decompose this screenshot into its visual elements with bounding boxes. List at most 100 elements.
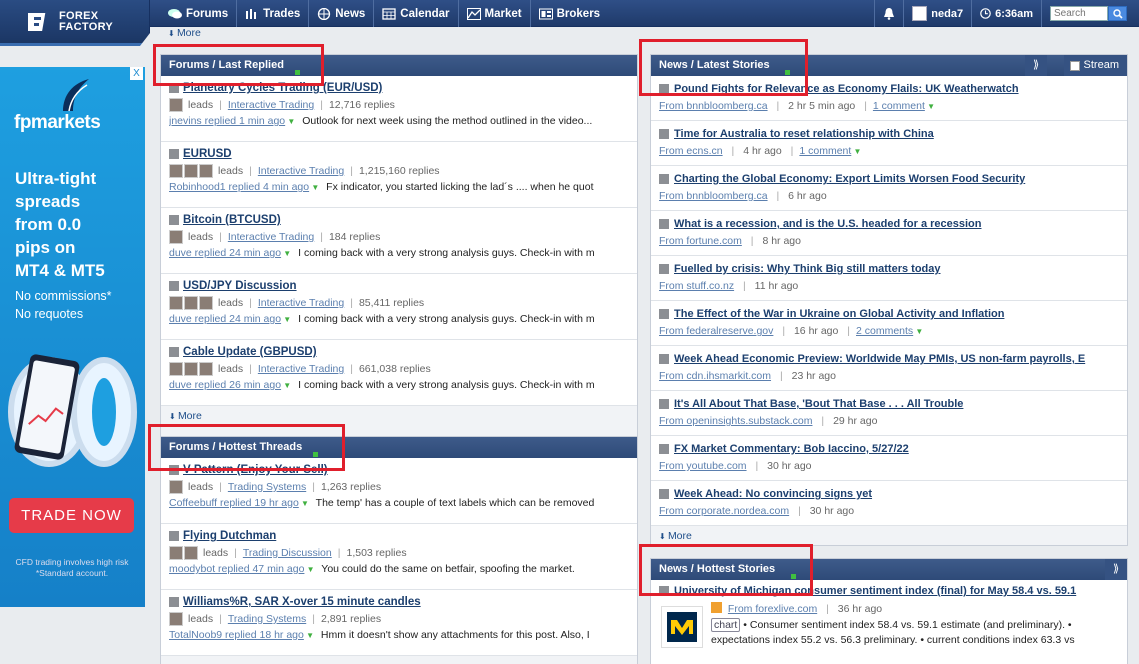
- story-title-link[interactable]: Pound Fights for Relevance as Economy Fl…: [659, 83, 1121, 95]
- thread-title-link[interactable]: Cable Update (GBPUSD): [169, 346, 631, 358]
- nav-calendar[interactable]: Calendar: [374, 0, 459, 27]
- user-menu[interactable]: neda7: [903, 0, 971, 27]
- user-avatar[interactable]: [169, 612, 183, 626]
- last-reply-text[interactable]: I coming back with a very strong analysi…: [298, 247, 594, 259]
- search-input[interactable]: [1050, 6, 1108, 21]
- user-avatar[interactable]: [184, 362, 198, 376]
- user-avatar[interactable]: [169, 362, 183, 376]
- fpmarkets-advertisement[interactable]: X fpmarkets Ultra-tight spreads from 0.0…: [0, 67, 145, 607]
- story-title-link[interactable]: University of Michigan consumer sentimen…: [659, 585, 1121, 597]
- user-avatar[interactable]: [169, 296, 183, 310]
- last-reply-user-link[interactable]: jnevins replied 1 min ago: [169, 115, 285, 127]
- expand-icon[interactable]: ▼: [913, 327, 923, 336]
- user-avatar[interactable]: [169, 230, 183, 244]
- stream-toggle[interactable]: Stream: [1063, 55, 1127, 76]
- forum-link[interactable]: Trading Systems: [228, 481, 306, 493]
- expand-icon[interactable]: ▼: [299, 499, 309, 508]
- story-source-link[interactable]: From ecns.cn: [659, 145, 723, 157]
- expand-icon[interactable]: ▼: [925, 102, 935, 111]
- user-avatar[interactable]: [199, 164, 213, 178]
- user-avatar[interactable]: [169, 480, 183, 494]
- story-title-link[interactable]: Fuelled by crisis: Why Think Big still m…: [659, 263, 1121, 275]
- story-source-link[interactable]: From fortune.com: [659, 235, 742, 247]
- story-title-link[interactable]: Charting the Global Economy: Export Limi…: [659, 173, 1121, 185]
- last-reply-text[interactable]: I coming back with a very strong analysi…: [298, 313, 594, 325]
- forum-link[interactable]: Interactive Trading: [228, 231, 314, 243]
- user-avatar[interactable]: [169, 546, 183, 560]
- story-source-link[interactable]: From cdn.ihsmarkit.com: [659, 370, 771, 382]
- trade-now-button[interactable]: TRADE NOW: [9, 498, 134, 533]
- nav-brokers[interactable]: Brokers: [531, 0, 608, 27]
- forum-link[interactable]: Interactive Trading: [258, 363, 344, 375]
- top-more-link[interactable]: More: [168, 27, 201, 39]
- last-reply-user-link[interactable]: duve replied 26 min ago: [169, 379, 281, 391]
- forum-link[interactable]: Interactive Trading: [228, 99, 314, 111]
- nav-forums[interactable]: Forums: [160, 0, 238, 27]
- audio-icon[interactable]: ⟫: [1105, 559, 1127, 580]
- clock[interactable]: 6:36am: [971, 0, 1041, 27]
- last-reply-user-link[interactable]: duve replied 24 min ago: [169, 247, 281, 259]
- thread-title-link[interactable]: V Pattern (Enjoy Your Sell): [169, 464, 631, 476]
- last-reply-user-link[interactable]: Robinhood1 replied 4 min ago: [169, 181, 309, 193]
- search-button[interactable]: [1108, 6, 1127, 21]
- expand-icon[interactable]: ▼: [281, 249, 291, 258]
- story-source-link[interactable]: From forexlive.com: [728, 603, 817, 615]
- thread-title-link[interactable]: Flying Dutchman: [169, 530, 631, 542]
- last-reply-user-link[interactable]: Coffeebuff replied 19 hr ago: [169, 497, 299, 509]
- comments-link[interactable]: 1 comment: [873, 100, 925, 112]
- story-source-link[interactable]: From stuff.co.nz: [659, 280, 734, 292]
- expand-icon[interactable]: ▼: [851, 147, 862, 156]
- user-avatar[interactable]: [199, 296, 213, 310]
- story-title-link[interactable]: Week Ahead Economic Preview: Worldwide M…: [659, 353, 1121, 365]
- comments-link[interactable]: 2 comments: [856, 325, 913, 337]
- forum-link[interactable]: Trading Systems: [228, 613, 306, 625]
- thread-title-link[interactable]: Planetary Cycles Trading (EUR/USD): [169, 82, 631, 94]
- story-source-link[interactable]: From bnnbloomberg.ca: [659, 100, 768, 112]
- last-reply-text[interactable]: The temp' has a couple of text labels wh…: [316, 497, 595, 509]
- story-source-link[interactable]: From youtube.com: [659, 460, 747, 472]
- story-source-link[interactable]: From openinsights.substack.com: [659, 415, 812, 427]
- nav-market[interactable]: Market: [459, 0, 531, 27]
- forum-link[interactable]: Interactive Trading: [258, 297, 344, 309]
- last-reply-text[interactable]: Outlook for next week using the method o…: [302, 115, 592, 127]
- story-source-link[interactable]: From bnnbloomberg.ca: [659, 190, 768, 202]
- forum-link[interactable]: Interactive Trading: [258, 165, 344, 177]
- last-reply-user-link[interactable]: moodybot replied 47 min ago: [169, 563, 304, 575]
- user-avatar[interactable]: [169, 98, 183, 112]
- news-more-link[interactable]: More: [651, 526, 1127, 542]
- audio-icon[interactable]: ⟫: [1025, 55, 1047, 76]
- forum-link[interactable]: Trading Discussion: [243, 547, 332, 559]
- thread-title-link[interactable]: Bitcoin (BTCUSD): [169, 214, 631, 226]
- expand-icon[interactable]: ▼: [304, 631, 314, 640]
- last-reply-text[interactable]: I coming back with a very strong analysi…: [298, 379, 594, 391]
- ad-close-button[interactable]: X: [130, 67, 143, 80]
- story-title-link[interactable]: It's All About That Base, 'Bout That Bas…: [659, 398, 1121, 410]
- thread-title-link[interactable]: USD/JPY Discussion: [169, 280, 631, 292]
- story-source-link[interactable]: From federalreserve.gov: [659, 325, 773, 337]
- user-avatar[interactable]: [184, 164, 198, 178]
- thread-title-link[interactable]: EURUSD: [169, 148, 631, 160]
- forums-more-link[interactable]: More: [161, 406, 637, 422]
- site-logo[interactable]: FOREX FACTORY: [0, 0, 150, 46]
- nav-news[interactable]: News: [309, 0, 375, 27]
- expand-icon[interactable]: ▼: [285, 117, 295, 126]
- last-reply-text[interactable]: You could do the same on betfair, spoofi…: [321, 563, 575, 575]
- thread-title-link[interactable]: Williams%R, SAR X-over 15 minute candles: [169, 596, 631, 608]
- comments-link[interactable]: 1 comment: [799, 145, 851, 157]
- expand-icon[interactable]: ▼: [304, 565, 315, 574]
- nav-trades[interactable]: Trades: [237, 0, 310, 27]
- expand-icon[interactable]: ▼: [281, 315, 291, 324]
- last-reply-text[interactable]: Fx indicator, you started licking the la…: [326, 181, 593, 193]
- last-reply-user-link[interactable]: TotalNoob9 replied 18 hr ago: [169, 629, 304, 641]
- user-avatar[interactable]: [199, 362, 213, 376]
- user-avatar[interactable]: [169, 164, 183, 178]
- user-avatar[interactable]: [184, 296, 198, 310]
- story-title-link[interactable]: What is a recession, and is the U.S. hea…: [659, 218, 1121, 230]
- story-title-link[interactable]: Time for Australia to reset relationship…: [659, 128, 1121, 140]
- expand-icon[interactable]: ▼: [309, 183, 319, 192]
- notifications-button[interactable]: [874, 0, 903, 27]
- story-title-link[interactable]: FX Market Commentary: Bob Iaccino, 5/27/…: [659, 443, 1121, 455]
- story-source-link[interactable]: From corporate.nordea.com: [659, 505, 789, 517]
- expand-icon[interactable]: ▼: [281, 381, 291, 390]
- story-title-link[interactable]: The Effect of the War in Ukraine on Glob…: [659, 308, 1121, 320]
